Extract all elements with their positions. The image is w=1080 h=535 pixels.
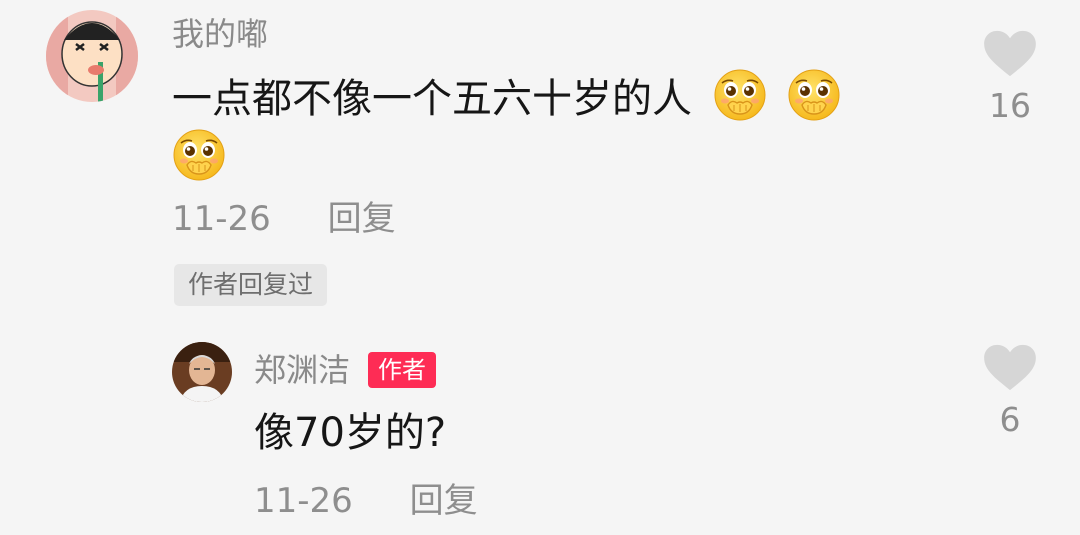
avatar[interactable]: [46, 10, 138, 102]
like-count: 6: [999, 400, 1021, 439]
reply-meta: 11-26 回复: [254, 478, 478, 524]
reply-button[interactable]: 回复: [410, 481, 478, 521]
like-button[interactable]: 16: [980, 30, 1040, 126]
reply-username[interactable]: 郑渊洁: [254, 351, 350, 389]
reply-username-row: 郑渊洁 作者: [254, 348, 437, 392]
reply-date: 11-26: [254, 481, 353, 521]
comment-meta: 11-26 回复: [172, 196, 396, 242]
avatar-image: [46, 10, 138, 102]
comment-username[interactable]: 我的嘟: [172, 12, 268, 56]
author-badge: 作者: [368, 352, 437, 388]
heart-icon: [982, 344, 1038, 392]
reply-avatar[interactable]: [172, 342, 232, 402]
comment-text: 一点都不像一个五六十岁的人: [172, 68, 932, 188]
pleading-face-emoji-icon: [787, 68, 841, 122]
pleading-face-emoji-icon: [713, 68, 767, 122]
like-count: 16: [989, 86, 1031, 125]
reply-text: 像70岁的?: [254, 410, 447, 456]
pleading-face-emoji-icon: [172, 128, 226, 182]
author-replied-chip[interactable]: 作者回复过: [174, 264, 328, 306]
like-button[interactable]: 6: [980, 344, 1040, 440]
reply-button[interactable]: 回复: [328, 199, 396, 239]
heart-icon: [982, 30, 1038, 78]
comment-text-content: 一点都不像一个五六十岁的人: [172, 76, 692, 122]
comment-date: 11-26: [172, 199, 271, 239]
avatar-image: [172, 342, 232, 402]
